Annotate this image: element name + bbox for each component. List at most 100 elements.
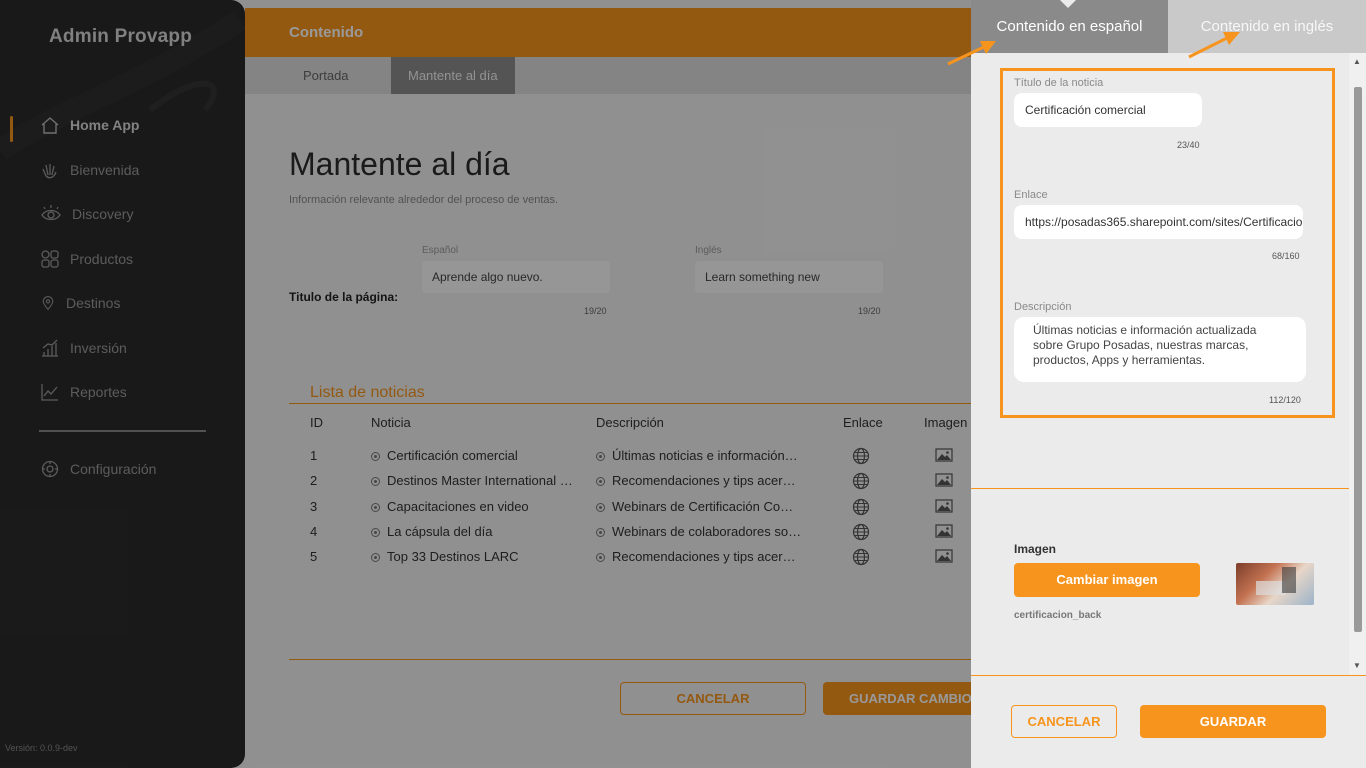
nav-item-reportes[interactable]: Reportes [40,382,127,402]
image-icon[interactable] [935,472,953,488]
page-title: Mantente al día [289,146,510,182]
row-descripcion[interactable]: Recomendaciones y tips acer… [596,473,796,488]
image-icon[interactable] [935,498,953,514]
wave-hand-icon [42,164,57,179]
nav-item-productos[interactable]: Productos [40,249,133,269]
bar-chart-icon [42,339,58,357]
row-descripcion[interactable]: Recomendaciones y tips acer… [596,549,796,564]
footer-divider [289,659,979,660]
bullet-icon [596,553,605,562]
description-textarea[interactable]: Últimas noticias e información actualiza… [1014,317,1306,382]
panel-divider [971,488,1349,489]
column-header-descripcion: Descripción [596,415,664,430]
image-filename: certificacion_back [1014,610,1102,621]
panel-scrollbar[interactable]: ▲ ▼ [1349,53,1366,675]
laptop-photo-icon [1256,567,1296,595]
page-subtitle: Información relevante alrededor del proc… [289,194,559,206]
row-descripcion-text: Recomendaciones y tips acer… [612,473,796,488]
globe-icon[interactable] [852,472,870,490]
row-descripcion-text: Webinars de Certificación Co… [612,499,794,514]
nav-item-discovery[interactable]: Discovery [40,204,133,224]
row-noticia[interactable]: Top 33 Destinos LARC [371,549,519,564]
row-id: 3 [310,499,318,514]
globe-icon[interactable] [852,523,870,541]
bullet-icon [596,452,605,461]
bullet-icon [371,528,380,537]
panel-footer-divider [971,675,1366,676]
scroll-down-icon[interactable]: ▼ [1353,661,1361,670]
image-icon[interactable] [935,523,953,539]
row-descripcion-text: Recomendaciones y tips acer… [612,549,796,564]
row-noticia[interactable]: Destinos Master International … [371,473,573,488]
tab-portada[interactable]: Portada [286,57,366,94]
row-id: 5 [310,549,318,564]
globe-icon[interactable] [852,498,870,516]
page-title-en-input[interactable]: Learn something new [695,261,883,293]
english-label: Inglés [695,245,722,256]
row-noticia[interactable]: La cápsula del día [371,524,493,539]
column-header-enlace: Enlace [843,415,883,430]
active-indicator [10,116,13,142]
nav-item-configuracion[interactable]: Configuración [40,459,156,479]
description-label: Descripción [1014,301,1072,313]
bullet-icon [596,503,605,512]
description-counter: 112/120 [1269,395,1301,405]
column-header-id: ID [310,415,323,430]
image-icon[interactable] [935,548,953,564]
link-label: Enlace [1014,189,1048,201]
row-descripcion[interactable]: Webinars de colaboradores so… [596,524,801,539]
nav-item-inversion[interactable]: Inversión [40,338,127,358]
nav-label: Destinos [66,295,121,311]
scroll-thumb[interactable] [1354,87,1362,632]
tab-contenido-ingles[interactable]: Contenido en inglés [1168,0,1366,53]
tab-mantente-al-dia[interactable]: Mantente al día [391,57,515,94]
list-divider [289,403,979,404]
bullet-icon [371,503,380,512]
row-descripcion[interactable]: Últimas noticias e información… [596,448,798,463]
eye-icon [41,205,61,221]
panel-save-button[interactable]: GUARDAR [1140,705,1326,738]
location-pin-icon [42,296,54,311]
nav-item-destinos[interactable]: Destinos [40,293,120,313]
row-descripcion[interactable]: Webinars de Certificación Co… [596,499,793,514]
page-title-es-input[interactable]: Aprende algo nuevo. [422,261,610,293]
nav-label: Bienvenida [70,162,140,178]
row-id: 1 [310,448,318,463]
row-noticia-text: Certificación comercial [387,448,518,463]
nav-item-home-app[interactable]: Home App [40,115,139,135]
globe-icon[interactable] [852,548,870,566]
nav-label: Discovery [72,206,134,222]
news-title-input[interactable]: Certificación comercial [1014,93,1202,127]
scroll-up-icon[interactable]: ▲ [1353,57,1361,66]
nav-item-bienvenida[interactable]: Bienvenida [40,160,139,180]
row-descripcion-text: Webinars de colaboradores so… [612,524,802,539]
nav-label: Configuración [70,461,157,477]
nav-label: Inversión [70,340,127,356]
row-noticia[interactable]: Capacitaciones en video [371,499,529,514]
bullet-icon [596,528,605,537]
news-list-title: Lista de noticias [310,384,425,401]
section-header: Contenido [245,8,971,64]
cancel-button[interactable]: CANCELAR [620,682,806,715]
row-noticia-text: Destinos Master International … [387,473,573,488]
spanish-label: Español [422,245,459,256]
image-icon[interactable] [935,447,953,463]
row-noticia[interactable]: Certificación comercial [371,448,518,463]
nav-divider [39,430,206,432]
page-title-es-counter: 19/20 [584,306,607,316]
edit-news-panel: Contenido en español Contenido en inglés… [971,0,1366,768]
row-id: 4 [310,524,318,539]
globe-icon[interactable] [852,447,870,465]
column-header-imagen: Imagen [924,415,968,430]
column-header-noticia: Noticia [371,415,411,430]
news-title-counter: 23/40 [1177,140,1200,150]
panel-cancel-button[interactable]: CANCELAR [1011,705,1117,738]
image-label: Imagen [1014,542,1057,556]
gear-icon [41,460,59,478]
row-noticia-text: Top 33 Destinos LARC [387,549,519,564]
image-thumbnail [1236,563,1314,605]
change-image-button[interactable]: Cambiar imagen [1014,563,1200,597]
link-input[interactable]: https://posadas365.sharepoint.com/sites/… [1014,205,1303,239]
nav-label: Reportes [70,384,127,400]
section-title: Contenido [289,24,364,41]
